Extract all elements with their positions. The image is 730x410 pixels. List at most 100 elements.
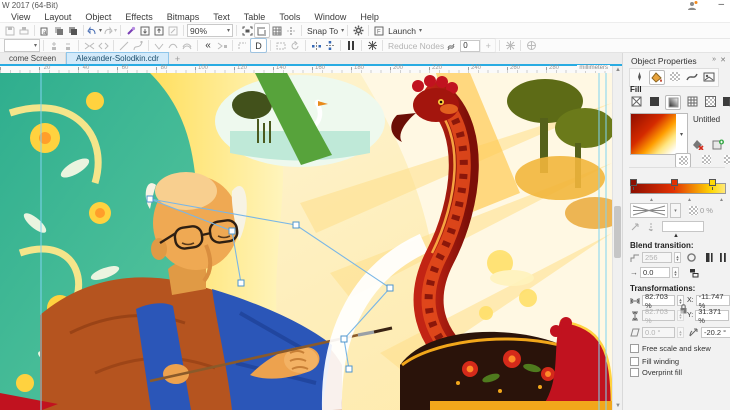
symmetrical-node-icon[interactable] (180, 39, 194, 52)
menu-bitmaps[interactable]: Bitmaps (160, 12, 207, 22)
gradient-stop-1[interactable] (630, 179, 637, 190)
fill-winding-checkbox[interactable]: Fill winding (630, 357, 679, 366)
frame-tab-icon[interactable] (702, 70, 716, 83)
launch-dropdown[interactable]: Launch ▾ (386, 24, 422, 37)
copy-icon[interactable] (52, 24, 66, 37)
paste-icon[interactable] (66, 24, 80, 37)
reflect-vertical-icon[interactable] (323, 39, 337, 52)
menu-window[interactable]: Window (307, 12, 353, 22)
menu-object[interactable]: Object (78, 12, 118, 22)
select-all-icon[interactable] (503, 39, 517, 52)
rotate-nodes-icon[interactable] (288, 39, 302, 52)
add-circle-icon[interactable] (524, 39, 538, 52)
fullscreen-preview-icon[interactable] (240, 24, 254, 37)
join-nodes-icon[interactable] (82, 39, 96, 52)
delete-node-icon[interactable] (61, 39, 75, 52)
application-launcher-icon[interactable]: F (372, 24, 386, 37)
outline-tab-icon[interactable] (632, 70, 646, 83)
no-fill-icon[interactable] (629, 95, 643, 108)
gradient-stop-3[interactable] (709, 179, 716, 190)
selection-mode-combo[interactable]: ▾ (4, 39, 40, 52)
skew-input[interactable]: 0.0 ° (642, 327, 675, 338)
node-transparency-value[interactable]: 0 % (700, 206, 713, 215)
close-curve-icon[interactable]: D (250, 38, 267, 53)
fountain-fill-icon[interactable] (665, 95, 681, 110)
menu-table[interactable]: Table (237, 12, 273, 22)
edit-fill-icon[interactable] (691, 138, 705, 151)
fill-preview-swatch[interactable] (630, 113, 678, 155)
stretch-nodes-icon[interactable] (274, 39, 288, 52)
search-content-icon[interactable] (124, 24, 138, 37)
blend-direction2-icon[interactable] (719, 252, 727, 263)
section-collapse-icon[interactable]: ▲ (673, 233, 679, 239)
reflect-horizontal-icon[interactable] (309, 39, 323, 52)
options-gear-icon[interactable] (351, 24, 365, 37)
wrap-repeat-icon[interactable] (699, 153, 713, 166)
extend-curve-icon[interactable] (236, 39, 250, 52)
gradient-stop-bar[interactable]: ▲ ▲ ▲ (630, 179, 726, 203)
tab-alexander-solodkin[interactable]: Alexander-Solodkin.cdr (66, 52, 169, 64)
print-icon[interactable] (17, 24, 31, 37)
account-icon[interactable] (687, 1, 698, 10)
minimize-button[interactable]: – (718, 0, 724, 10)
docker-collapse-icon[interactable]: » (712, 56, 716, 63)
save-icon[interactable] (3, 24, 17, 37)
fill-tab-icon[interactable] (649, 70, 665, 85)
snap-to-dropdown[interactable]: Snap To ▾ (305, 24, 344, 37)
menu-tools[interactable]: Tools (272, 12, 307, 22)
docker-close-icon[interactable]: ✕ (720, 56, 726, 64)
redo-icon[interactable]: ▾ (102, 24, 117, 37)
rotate-input[interactable]: -20.2 ° (701, 327, 730, 338)
export-icon[interactable] (152, 24, 166, 37)
blend-direction-icon[interactable] (705, 252, 714, 263)
pattern-fill-icon[interactable] (685, 95, 699, 108)
texture-fill-icon[interactable] (703, 95, 717, 108)
curve-smoothness-input[interactable]: 0 (460, 39, 481, 52)
scale-x-input[interactable]: 82.703 % (642, 292, 675, 310)
blend-steps-stepper[interactable]: ▲ ▼ (674, 252, 681, 263)
extract-subpath-icon[interactable] (215, 39, 229, 52)
publish-pdf-icon[interactable] (166, 24, 180, 37)
menu-text[interactable]: Text (206, 12, 237, 22)
convert-to-line-icon[interactable] (117, 39, 131, 52)
show-guidelines-icon[interactable] (284, 24, 298, 37)
smoothness-slider-icon[interactable]: + (480, 38, 497, 53)
menu-layout[interactable]: Layout (37, 12, 78, 22)
menu-view[interactable]: View (4, 12, 37, 22)
tab-welcome-screen[interactable]: come Screen (0, 53, 67, 64)
node-position-input[interactable] (662, 221, 704, 232)
blend-order-icon[interactable] (689, 268, 700, 278)
node-color-dropdown[interactable]: ▾ (670, 203, 681, 218)
blend-smooth-icon[interactable] (686, 252, 697, 263)
drawing-canvas[interactable] (0, 73, 625, 410)
gradient-stop-2[interactable] (671, 179, 678, 190)
cusp-node-icon[interactable] (152, 39, 166, 52)
cut-icon[interactable]: a (38, 24, 52, 37)
wrap-mirror-icon[interactable] (721, 153, 730, 166)
wrap-default-icon[interactable] (675, 153, 691, 168)
effect-tab-icon[interactable] (685, 70, 699, 83)
show-grid-icon[interactable] (270, 24, 284, 37)
show-rulers-icon[interactable] (254, 23, 271, 38)
blend-edgepad-input[interactable]: 0.0 (640, 267, 670, 278)
import-icon[interactable] (138, 24, 152, 37)
canvas-vertical-scrollbar[interactable]: ▲ ▼ (612, 66, 622, 410)
select-all-nodes-icon[interactable] (365, 39, 379, 52)
postscript-fill-icon[interactable] (721, 95, 730, 108)
reduce-nodes-label[interactable]: Reduce Nodes (388, 41, 444, 51)
reverse-direction-icon[interactable]: « (201, 39, 215, 52)
new-tab-button[interactable]: + (169, 54, 186, 64)
overprint-fill-checkbox[interactable]: Overprint fill (630, 368, 682, 377)
y-offset-input[interactable]: 31.371 % (695, 307, 730, 325)
x-offset-input[interactable]: -11.747 % (695, 292, 730, 310)
blend-edgepad-stepper[interactable]: ▲ ▼ (672, 267, 679, 278)
free-scale-checkbox[interactable]: Free scale and skew (630, 344, 711, 353)
undo-icon[interactable]: ▾ (87, 24, 102, 37)
convert-to-curve-icon[interactable] (131, 39, 145, 52)
transparency-tab-icon[interactable] (668, 70, 682, 83)
scale-y-input[interactable]: 82.703 % (642, 307, 675, 325)
gradient-midpoint-3[interactable]: ▲ (719, 197, 724, 203)
break-curve-icon[interactable] (96, 39, 110, 52)
smooth-node-icon[interactable] (166, 39, 180, 52)
zoom-level-combo[interactable]: 90% ▾ (187, 24, 234, 37)
